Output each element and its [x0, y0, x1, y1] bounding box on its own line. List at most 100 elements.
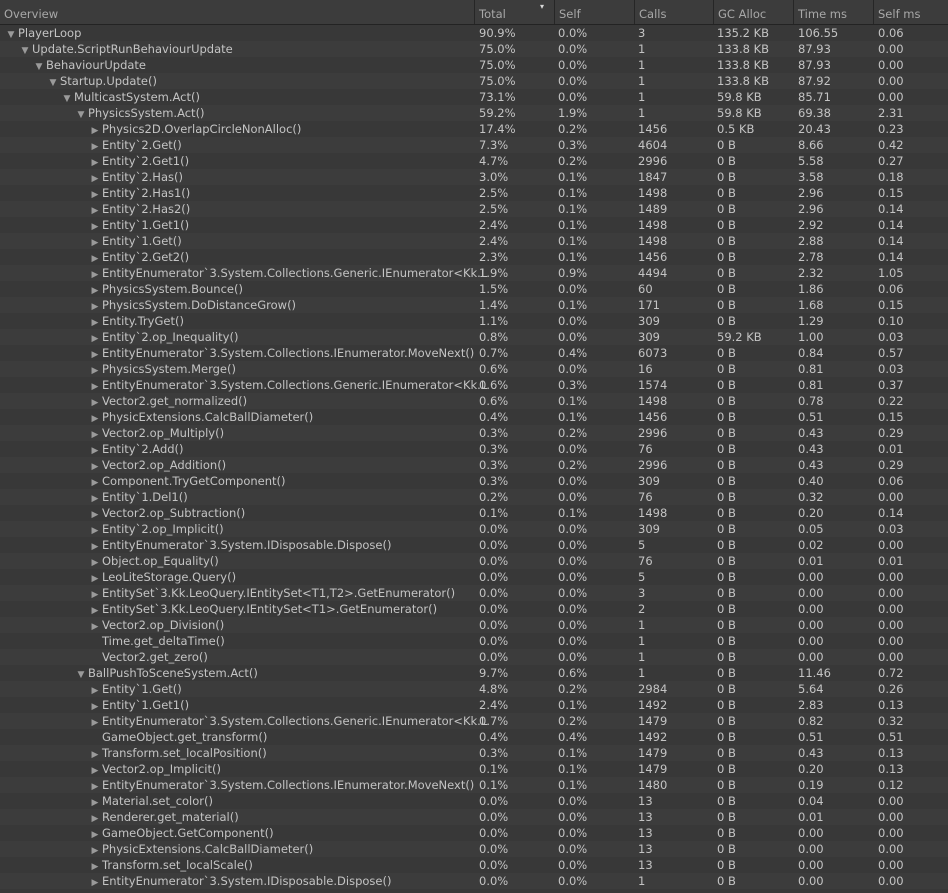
collapse-arrow-icon[interactable]: ▶	[88, 763, 102, 777]
collapse-arrow-icon[interactable]: ▶	[88, 267, 102, 281]
collapse-arrow-icon[interactable]: ▶	[88, 459, 102, 473]
hierarchy-row[interactable]: ▶ Entity`2.Has1() 2.5% 0.1% 1498 0 B 2.96 0.15	[0, 185, 948, 201]
expand-arrow-icon[interactable]: ▼	[18, 43, 32, 57]
collapse-arrow-icon[interactable]: ▶	[88, 779, 102, 793]
hierarchy-row[interactable]: ▶ PhysicsSystem.DoDistanceGrow() 1.4% 0.1% 1…	[0, 297, 948, 313]
collapse-arrow-icon[interactable]: ▶	[88, 827, 102, 841]
collapse-arrow-icon[interactable]: ▶	[88, 619, 102, 633]
collapse-arrow-icon[interactable]: ▶	[88, 347, 102, 361]
collapse-arrow-icon[interactable]: ▶	[88, 299, 102, 313]
hierarchy-row[interactable]: ▼ MulticastSystem.Act() 73.1% 0.0% 1 59.8 KB 8…	[0, 89, 948, 105]
hierarchy-row[interactable]: ▶ PhysicsSystem.Bounce() 1.5% 0.0% 60 0 B 1.86…	[0, 281, 948, 297]
expand-arrow-icon[interactable]: ▼	[74, 107, 88, 121]
hierarchy-row[interactable]: ▶ Entity.TryGet() 1.1% 0.0% 309 0 B 1.29 0.10	[0, 313, 948, 329]
hierarchy-row[interactable]: ▶ PhysicsSystem.Merge() 0.6% 0.0% 16 0 B 0.81 0…	[0, 361, 948, 377]
column-header-self[interactable]: Self	[554, 0, 634, 24]
collapse-arrow-icon[interactable]: ▶	[88, 683, 102, 697]
collapse-arrow-icon[interactable]: ▶	[88, 843, 102, 857]
collapse-arrow-icon[interactable]: ▶	[88, 251, 102, 265]
hierarchy-row[interactable]: ▶ Vector2.op_Addition() 0.3% 0.2% 2996 0 B 0.4…	[0, 457, 948, 473]
hierarchy-row[interactable]: ▶ Vector2.op_Division() 0.0% 0.0% 1 0 B 0.00 0.…	[0, 617, 948, 633]
hierarchy-row[interactable]: ▶ Renderer.get_material() 0.0% 0.0% 13 0 B 0.0…	[0, 809, 948, 825]
hierarchy-row[interactable]: ▶ Component.TryGetComponent() 0.3% 0.0% 309 0…	[0, 473, 948, 489]
hierarchy-row[interactable]: Time.get_deltaTime() 0.0% 0.0% 1 0 B 0.00 0.00	[0, 633, 948, 649]
hierarchy-row[interactable]: ▶ Entity`2.Get() 7.3% 0.3% 4604 0 B 8.66 0.42	[0, 137, 948, 153]
hierarchy-row[interactable]: ▶ Vector2.get_normalized() 0.6% 0.1% 1498 0 B…	[0, 393, 948, 409]
hierarchy-row[interactable]: ▶ EntityEnumerator`3.System.Collections.I…	[0, 777, 948, 793]
collapse-arrow-icon[interactable]: ▶	[88, 475, 102, 489]
hierarchy-row[interactable]: ▼ PlayerLoop 90.9% 0.0% 3 135.2 KB 106.55 0.06	[0, 25, 948, 41]
hierarchy-row[interactable]: ▶ EntityEnumerator`3.System.Collections.I…	[0, 345, 948, 361]
collapse-arrow-icon[interactable]: ▶	[88, 235, 102, 249]
collapse-arrow-icon[interactable]: ▶	[88, 491, 102, 505]
collapse-arrow-icon[interactable]: ▶	[88, 747, 102, 761]
hierarchy-row[interactable]: ▶ LeoLiteStorage.Query() 0.0% 0.0% 5 0 B 0.00 0…	[0, 569, 948, 585]
collapse-arrow-icon[interactable]: ▶	[88, 571, 102, 585]
hierarchy-row[interactable]: ▶ Entity`2.Get2() 2.3% 0.1% 1456 0 B 2.78 0.14	[0, 249, 948, 265]
hierarchy-row[interactable]: Vector2.get_zero() 0.0% 0.0% 1 0 B 0.00 0.00	[0, 649, 948, 665]
collapse-arrow-icon[interactable]: ▶	[88, 139, 102, 153]
hierarchy-row[interactable]: ▶ Entity`2.op_Inequality() 0.8% 0.0% 309 59.2…	[0, 329, 948, 345]
collapse-arrow-icon[interactable]: ▶	[88, 699, 102, 713]
collapse-arrow-icon[interactable]: ▶	[88, 523, 102, 537]
hierarchy-row[interactable]: ▶ Vector2.op_Subtraction() 0.1% 0.1% 1498 0 B…	[0, 505, 948, 521]
hierarchy-row[interactable]: ▶ Transform.set_localScale() 0.0% 0.0% 13 0 B…	[0, 857, 948, 873]
collapse-arrow-icon[interactable]: ▶	[88, 875, 102, 889]
expand-arrow-icon[interactable]: ▼	[4, 27, 18, 41]
hierarchy-row[interactable]: ▶ Material.set_color() 0.0% 0.0% 13 0 B 0.04 0.…	[0, 793, 948, 809]
collapse-arrow-icon[interactable]: ▶	[88, 123, 102, 137]
hierarchy-row[interactable]: ▼ BehaviourUpdate 75.0% 0.0% 1 133.8 KB 87.93 0…	[0, 57, 948, 73]
collapse-arrow-icon[interactable]: ▶	[88, 283, 102, 297]
collapse-arrow-icon[interactable]: ▶	[88, 427, 102, 441]
hierarchy-row[interactable]: ▶ GameObject.GetComponent() 0.0% 0.0% 13 0 B 0…	[0, 825, 948, 841]
hierarchy-row[interactable]: ▶ Entity`2.op_Implicit() 0.0% 0.0% 309 0 B 0.0…	[0, 521, 948, 537]
column-header-calls[interactable]: Calls	[634, 0, 713, 24]
collapse-arrow-icon[interactable]: ▶	[88, 443, 102, 457]
collapse-arrow-icon[interactable]: ▶	[88, 859, 102, 873]
collapse-arrow-icon[interactable]: ▶	[88, 507, 102, 521]
hierarchy-row[interactable]: ▼ Startup.Update() 75.0% 0.0% 1 133.8 KB 87.92…	[0, 73, 948, 89]
hierarchy-row[interactable]: ▶ Entity`2.Add() 0.3% 0.0% 76 0 B 0.43 0.01	[0, 441, 948, 457]
hierarchy-row[interactable]: ▶ Object.op_Equality() 0.0% 0.0% 76 0 B 0.01 0.…	[0, 553, 948, 569]
collapse-arrow-icon[interactable]: ▶	[88, 555, 102, 569]
collapse-arrow-icon[interactable]: ▶	[88, 379, 102, 393]
collapse-arrow-icon[interactable]: ▶	[88, 219, 102, 233]
collapse-arrow-icon[interactable]: ▶	[88, 795, 102, 809]
collapse-arrow-icon[interactable]: ▶	[88, 715, 102, 729]
expand-arrow-icon[interactable]: ▼	[74, 667, 88, 681]
hierarchy-row[interactable]: ▶ EntityEnumerator`3.System.Collections.G…	[0, 713, 948, 729]
hierarchy-row[interactable]: ▶ PhysicExtensions.CalcBallDiameter() 0.4%…	[0, 409, 948, 425]
collapse-arrow-icon[interactable]: ▶	[88, 171, 102, 185]
hierarchy-row[interactable]: ▶ Entity`2.Has() 3.0% 0.1% 1847 0 B 3.58 0.18	[0, 169, 948, 185]
collapse-arrow-icon[interactable]: ▶	[88, 187, 102, 201]
hierarchy-row[interactable]: ▶ EntityEnumerator`3.System.Collections.G…	[0, 377, 948, 393]
hierarchy-row[interactable]: GameObject.get_transform() 0.4% 0.4% 1492 0 …	[0, 729, 948, 745]
column-header-overview[interactable]: Overview	[0, 0, 474, 24]
hierarchy-row[interactable]: ▼ BallPushToSceneSystem.Act() 9.7% 0.6% 1 0 B…	[0, 665, 948, 681]
hierarchy-row[interactable]: ▶ EntityEnumerator`3.System.IDisposable.D…	[0, 873, 948, 889]
collapse-arrow-icon[interactable]: ▶	[88, 603, 102, 617]
hierarchy-row[interactable]: ▶ EntitySet`3.Kk.LeoQuery.IEntitySet<T1,T…	[0, 585, 948, 601]
hierarchy-row[interactable]: ▶ PhysicExtensions.CalcBallDiameter() 0.0%…	[0, 841, 948, 857]
hierarchy-row[interactable]: ▶ EntitySet`3.Kk.LeoQuery.IEntitySet<T1>.…	[0, 601, 948, 617]
hierarchy-row[interactable]: ▶ EntityEnumerator`3.System.IDisposable.D…	[0, 537, 948, 553]
hierarchy-row[interactable]: ▶ Transform.set_localPosition() 0.3% 0.1% 14…	[0, 745, 948, 761]
collapse-arrow-icon[interactable]: ▶	[88, 395, 102, 409]
collapse-arrow-icon[interactable]: ▶	[88, 539, 102, 553]
collapse-arrow-icon[interactable]: ▶	[88, 315, 102, 329]
hierarchy-row[interactable]: ▼ PhysicsSystem.Act() 59.2% 1.9% 1 59.8 KB 69.…	[0, 105, 948, 121]
hierarchy-row[interactable]: ▶ Physics2D.OverlapCircleNonAlloc() 17.4% 0…	[0, 121, 948, 137]
hierarchy-row[interactable]: ▶ Vector2.op_Implicit() 0.1% 0.1% 1479 0 B 0.2…	[0, 761, 948, 777]
hierarchy-row[interactable]: ▶ Entity`1.Del1() 0.2% 0.0% 76 0 B 0.32 0.00	[0, 489, 948, 505]
hierarchy-row[interactable]: ▶ Vector2.op_Multiply() 0.3% 0.2% 2996 0 B 0.4…	[0, 425, 948, 441]
hierarchy-row[interactable]: ▶ Entity`1.Get1() 2.4% 0.1% 1498 0 B 2.92 0.14	[0, 217, 948, 233]
hierarchy-row[interactable]: ▶ EntityEnumerator`3.System.Collections.G…	[0, 265, 948, 281]
collapse-arrow-icon[interactable]: ▶	[88, 363, 102, 377]
collapse-arrow-icon[interactable]: ▶	[88, 203, 102, 217]
hierarchy-row[interactable]: ▶ Entity`2.Get1() 4.7% 0.2% 2996 0 B 5.58 0.27	[0, 153, 948, 169]
collapse-arrow-icon[interactable]: ▶	[88, 331, 102, 345]
hierarchy-row[interactable]: ▶ Entity`1.Get() 4.8% 0.2% 2984 0 B 5.64 0.26	[0, 681, 948, 697]
expand-arrow-icon[interactable]: ▼	[46, 75, 60, 89]
collapse-arrow-icon[interactable]: ▶	[88, 587, 102, 601]
hierarchy-row[interactable]: ▶ Entity`1.Get1() 2.4% 0.1% 1492 0 B 2.83 0.13	[0, 697, 948, 713]
